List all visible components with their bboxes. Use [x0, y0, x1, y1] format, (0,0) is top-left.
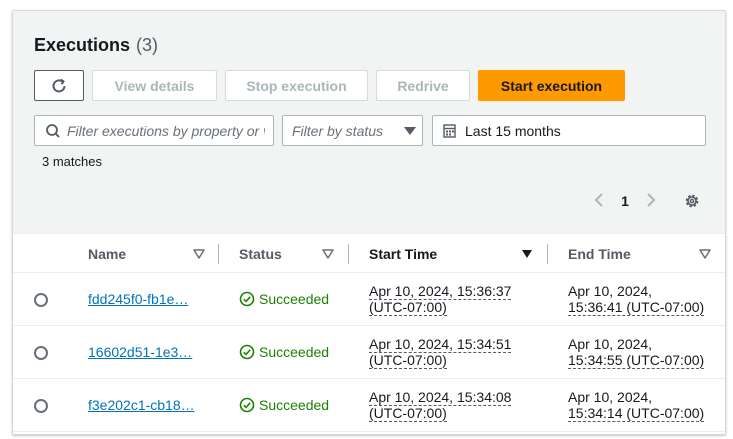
table-header: Name Status Start Time End Time — [13, 233, 725, 273]
status-cell: Succeeded — [239, 344, 329, 360]
check-circle-icon — [239, 344, 255, 360]
view-details-button[interactable]: View details — [92, 70, 217, 101]
table-row[interactable]: fdd245f0-fb1e… Succeeded Apr 10, 2024, 1… — [13, 273, 725, 326]
end-time-cell: Apr 10, 2024, 15:34:55 (UTC-07:00) — [568, 336, 705, 369]
end-time-line1: Apr 10, 2024, — [568, 389, 653, 405]
column-divider[interactable] — [218, 244, 219, 264]
execution-name-link[interactable]: fdd245f0-fb1e… — [88, 291, 200, 307]
end-time-cell: Apr 10, 2024, 15:36:41 (UTC-07:00) — [568, 283, 705, 316]
row-select-radio[interactable] — [34, 346, 48, 360]
status-placeholder: Filter by status — [292, 122, 384, 139]
start-time-cell: Apr 10, 2024, 15:34:51 (UTC-07:00) — [369, 336, 512, 369]
start-time-line1: Apr 10, 2024, 15:34:08 — [369, 389, 512, 406]
pagination: 1 — [587, 189, 663, 213]
start-time-cell: Apr 10, 2024, 15:34:08 (UTC-07:00) — [369, 389, 512, 422]
column-header-start-time[interactable]: Start Time — [369, 234, 437, 274]
row-select-radio[interactable] — [34, 293, 48, 307]
column-header-status[interactable]: Status — [239, 234, 282, 274]
previous-page-icon[interactable] — [587, 192, 611, 211]
start-time-line1: Apr 10, 2024, 15:34:51 — [369, 336, 512, 353]
end-time-line1: Apr 10, 2024, — [568, 283, 653, 299]
calendar-icon — [443, 123, 456, 138]
gear-icon[interactable] — [683, 192, 701, 210]
status-text: Succeeded — [259, 344, 330, 360]
caret-down-icon — [404, 126, 416, 135]
sort-descending-icon[interactable] — [521, 248, 533, 260]
title-text: Executions — [34, 35, 131, 55]
column-divider[interactable] — [547, 244, 548, 264]
search-input[interactable]: Filter executions by property or v — [34, 115, 274, 146]
execution-name-link[interactable]: f3e202c1-cb18… — [88, 397, 200, 413]
check-circle-icon — [239, 397, 255, 413]
start-time-line2: (UTC-07:00) — [369, 405, 447, 422]
redrive-button[interactable]: Redrive — [376, 70, 470, 101]
row-select-radio[interactable] — [34, 399, 48, 413]
start-time-line2: (UTC-07:00) — [369, 299, 447, 316]
date-range-filter[interactable]: Last 15 months — [432, 115, 706, 146]
date-range-value: Last 15 months — [465, 122, 561, 139]
start-time-line2: (UTC-07:00) — [369, 352, 447, 369]
column-header-end-time[interactable]: End Time — [568, 234, 631, 274]
panel-header: Executions (3) View details Stop executio… — [13, 11, 725, 233]
sort-icon[interactable] — [699, 248, 711, 260]
current-page[interactable]: 1 — [611, 193, 639, 209]
refresh-button[interactable] — [34, 70, 84, 101]
next-page-icon[interactable] — [639, 192, 663, 211]
end-time-line2: 15:34:55 (UTC-07:00) — [568, 352, 705, 369]
end-time-cell: Apr 10, 2024, 15:34:14 (UTC-07:00) — [568, 389, 705, 422]
end-time-line2: 15:36:41 (UTC-07:00) — [568, 299, 705, 316]
start-execution-button[interactable]: Start execution — [478, 70, 625, 101]
table-row[interactable]: 16602d51-1e3… Succeeded Apr 10, 2024, 15… — [13, 326, 725, 379]
status-text: Succeeded — [259, 291, 330, 307]
start-time-line1: Apr 10, 2024, 15:36:37 — [369, 283, 512, 300]
status-text: Succeeded — [259, 397, 330, 413]
page-title: Executions (3) — [34, 35, 158, 56]
column-divider[interactable] — [348, 244, 349, 264]
table-row[interactable]: f3e202c1-cb18… Succeeded Apr 10, 2024, 1… — [13, 379, 725, 432]
stop-execution-button[interactable]: Stop execution — [225, 70, 368, 101]
sort-icon[interactable] — [322, 248, 334, 260]
end-time-line1: Apr 10, 2024, — [568, 336, 653, 352]
execution-name-link[interactable]: 16602d51-1e3… — [88, 344, 200, 360]
executions-panel: Executions (3) View details Stop executio… — [12, 10, 726, 435]
refresh-icon — [52, 78, 66, 92]
check-circle-icon — [239, 291, 255, 307]
column-header-name[interactable]: Name — [88, 234, 126, 274]
status-filter-select[interactable]: Filter by status — [282, 115, 423, 146]
status-cell: Succeeded — [239, 291, 329, 307]
search-placeholder: Filter executions by property or v — [67, 122, 265, 139]
status-cell: Succeeded — [239, 397, 329, 413]
sort-icon[interactable] — [193, 248, 205, 260]
start-time-cell: Apr 10, 2024, 15:36:37 (UTC-07:00) — [369, 283, 512, 316]
execution-count: (3) — [136, 35, 159, 55]
search-icon — [46, 123, 60, 138]
end-time-line2: 15:34:14 (UTC-07:00) — [568, 405, 705, 422]
matches-count: 3 matches — [42, 154, 102, 169]
